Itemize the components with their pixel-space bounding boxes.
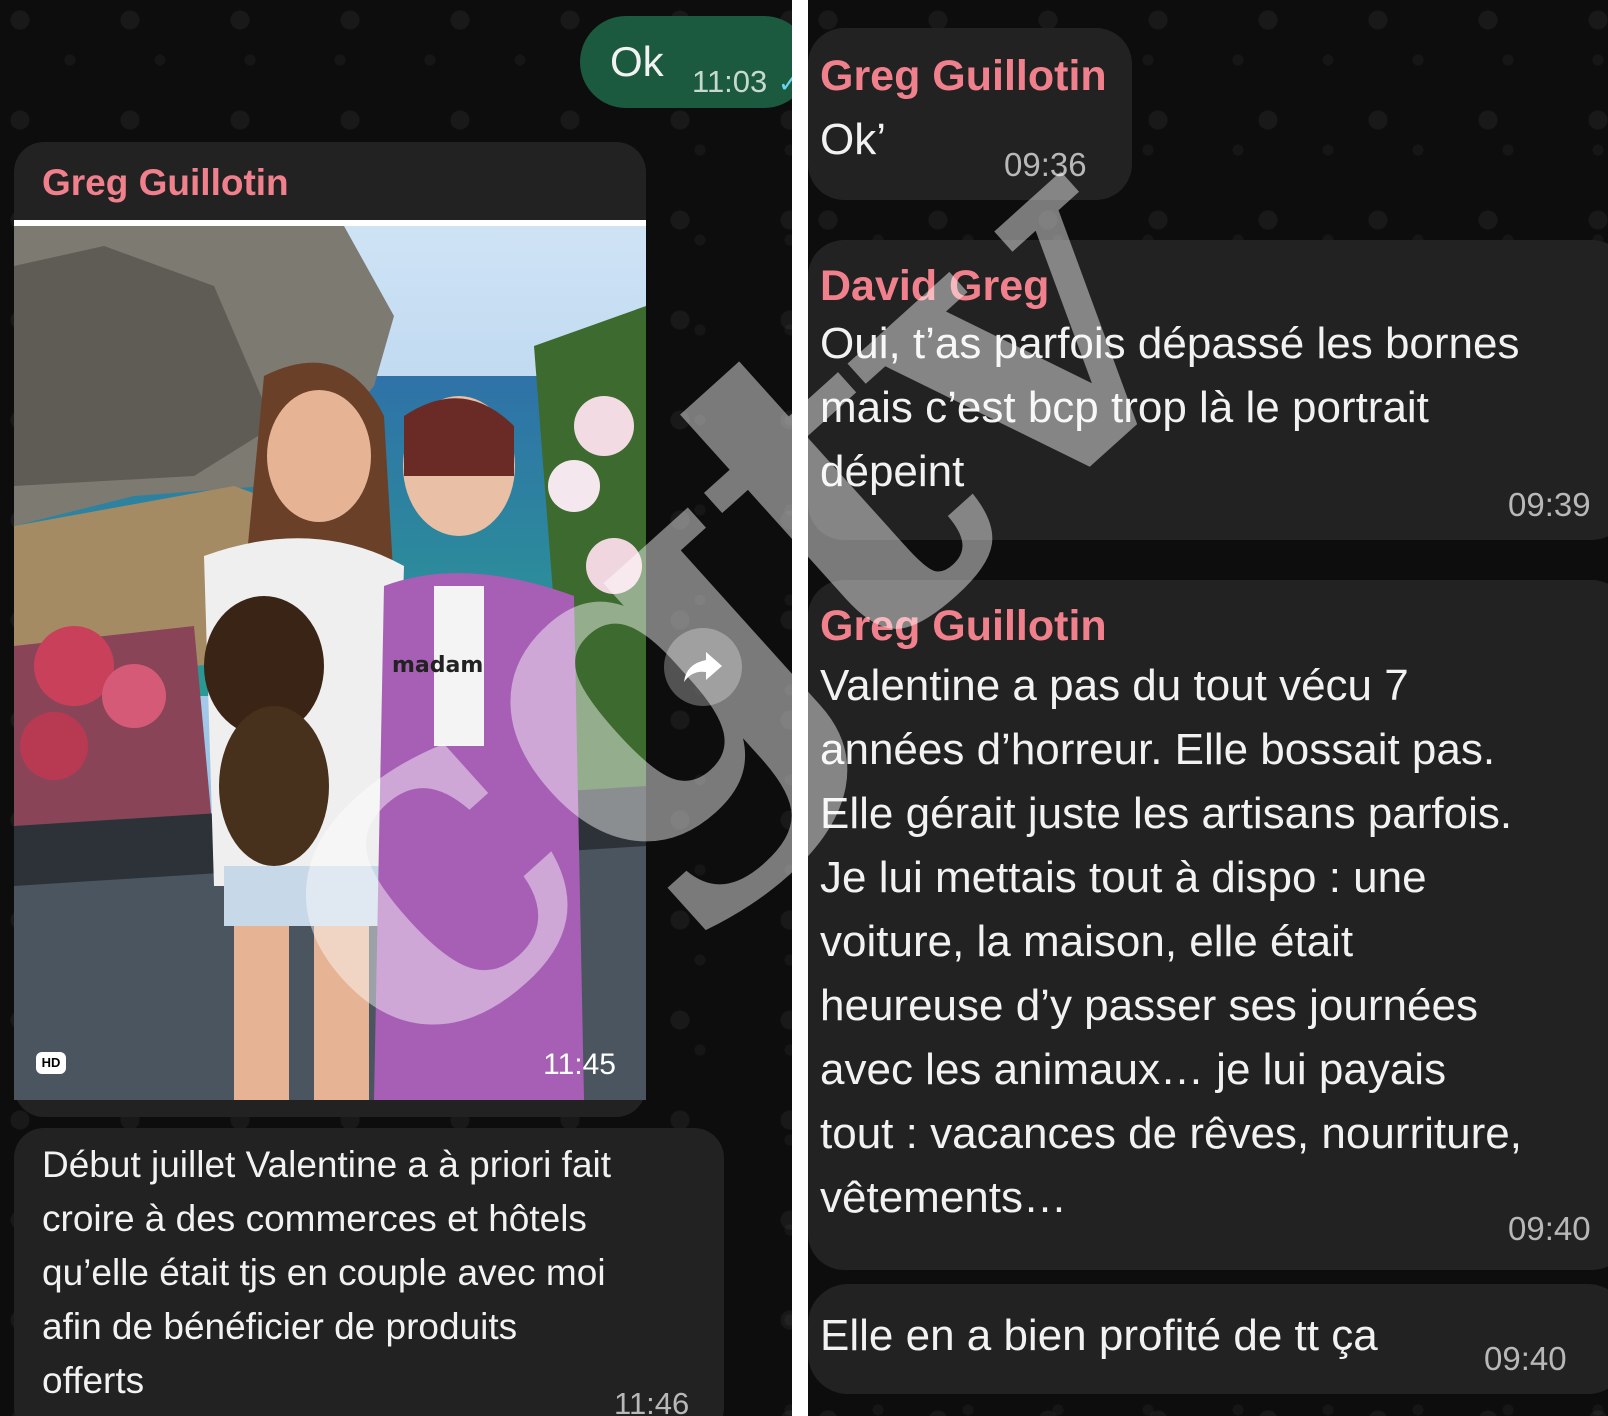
message-line: vêtements… (820, 1173, 1067, 1222)
hd-icon: HD (36, 1052, 66, 1074)
message-line: dépeint (820, 447, 965, 496)
message-text: Elle en a bien profité de tt ça (820, 1311, 1378, 1360)
sender-name: Greg Guillotin (820, 602, 1107, 650)
message-line: mais c’est bcp trop là le portrait (820, 383, 1429, 432)
incoming-message-bubble[interactable]: Greg Guillotin Valentine a pas du tout v… (808, 580, 1608, 1270)
message-line: avec les animaux… je lui payais (820, 1045, 1447, 1094)
message-line: afin de bénéficier de produits (42, 1306, 518, 1347)
message-line: Valentine a pas du tout vécu 7 (820, 661, 1409, 710)
message-line: Elle gérait juste les artisans parfois. (820, 789, 1513, 838)
incoming-message-bubble[interactable]: Greg Guillotin Ok’ 09:36 (808, 28, 1132, 200)
message-text: Oui, t’as parfois dépassé les bornes mai… (820, 312, 1520, 504)
message-time: 09:36 (1004, 146, 1087, 183)
message-line: tout : vacances de rêves, nourriture, (820, 1109, 1522, 1158)
message-text: Ok (610, 38, 664, 85)
outgoing-message-bubble[interactable]: Ok 11:03 ✓ (580, 16, 792, 108)
message-time: 09:39 (1508, 486, 1591, 523)
chat-panel-right: Greg Guillotin Ok’ 09:36 David Greg Oui,… (808, 0, 1608, 1416)
chat-panel-left: Ok 11:03 ✓ Greg Guillotin madam HD 11:45… (0, 0, 792, 1416)
shirt-text: madam (392, 653, 483, 678)
shared-photo[interactable]: madam HD 11:45 (14, 220, 646, 1100)
message-line: qu’elle était tjs en couple avec moi (42, 1252, 606, 1293)
message-line: Oui, t’as parfois dépassé les bornes (820, 319, 1520, 368)
message-time: 09:40 (1484, 1340, 1567, 1377)
message-time: 09:40 (1508, 1210, 1591, 1247)
message-line: années d’horreur. Elle bossait pas. (820, 725, 1496, 774)
message-line: heureuse d’y passer ses journées (820, 981, 1478, 1030)
forward-button[interactable] (664, 628, 742, 706)
sender-name: David Greg (820, 262, 1050, 310)
message-time: 11:45 (543, 1048, 616, 1081)
message-time: 11:03 (692, 64, 768, 99)
message-text: Valentine a pas du tout vécu 7 années d’… (820, 654, 1522, 1230)
text-message-bubble[interactable]: Début juillet Valentine a à priori fait … (14, 1128, 724, 1416)
forward-icon (684, 652, 722, 682)
sender-name: Greg Guillotin (42, 162, 289, 203)
photo-illustration: madam (14, 226, 646, 1100)
sender-name: Greg Guillotin (820, 52, 1107, 100)
message-line: Début juillet Valentine a à priori fait (42, 1144, 612, 1185)
message-text: Début juillet Valentine a à priori fait … (42, 1138, 611, 1408)
incoming-message-bubble[interactable]: Elle en a bien profité de tt ça 09:40 (808, 1284, 1608, 1394)
message-text: Ok’ (820, 115, 886, 164)
message-line: voiture, la maison, elle était (820, 917, 1354, 966)
photo-message-bubble[interactable]: Greg Guillotin madam HD 11:45 (14, 142, 646, 1117)
message-time: 11:46 (614, 1386, 690, 1416)
double-check-icon: ✓ (778, 68, 792, 98)
message-line: Je lui mettais tout à dispo : une (820, 853, 1427, 902)
incoming-message-bubble[interactable]: David Greg Oui, t’as parfois dépassé les… (808, 240, 1608, 540)
message-line: offerts (42, 1360, 145, 1401)
message-line: croire à des commerces et hôtels (42, 1198, 587, 1239)
